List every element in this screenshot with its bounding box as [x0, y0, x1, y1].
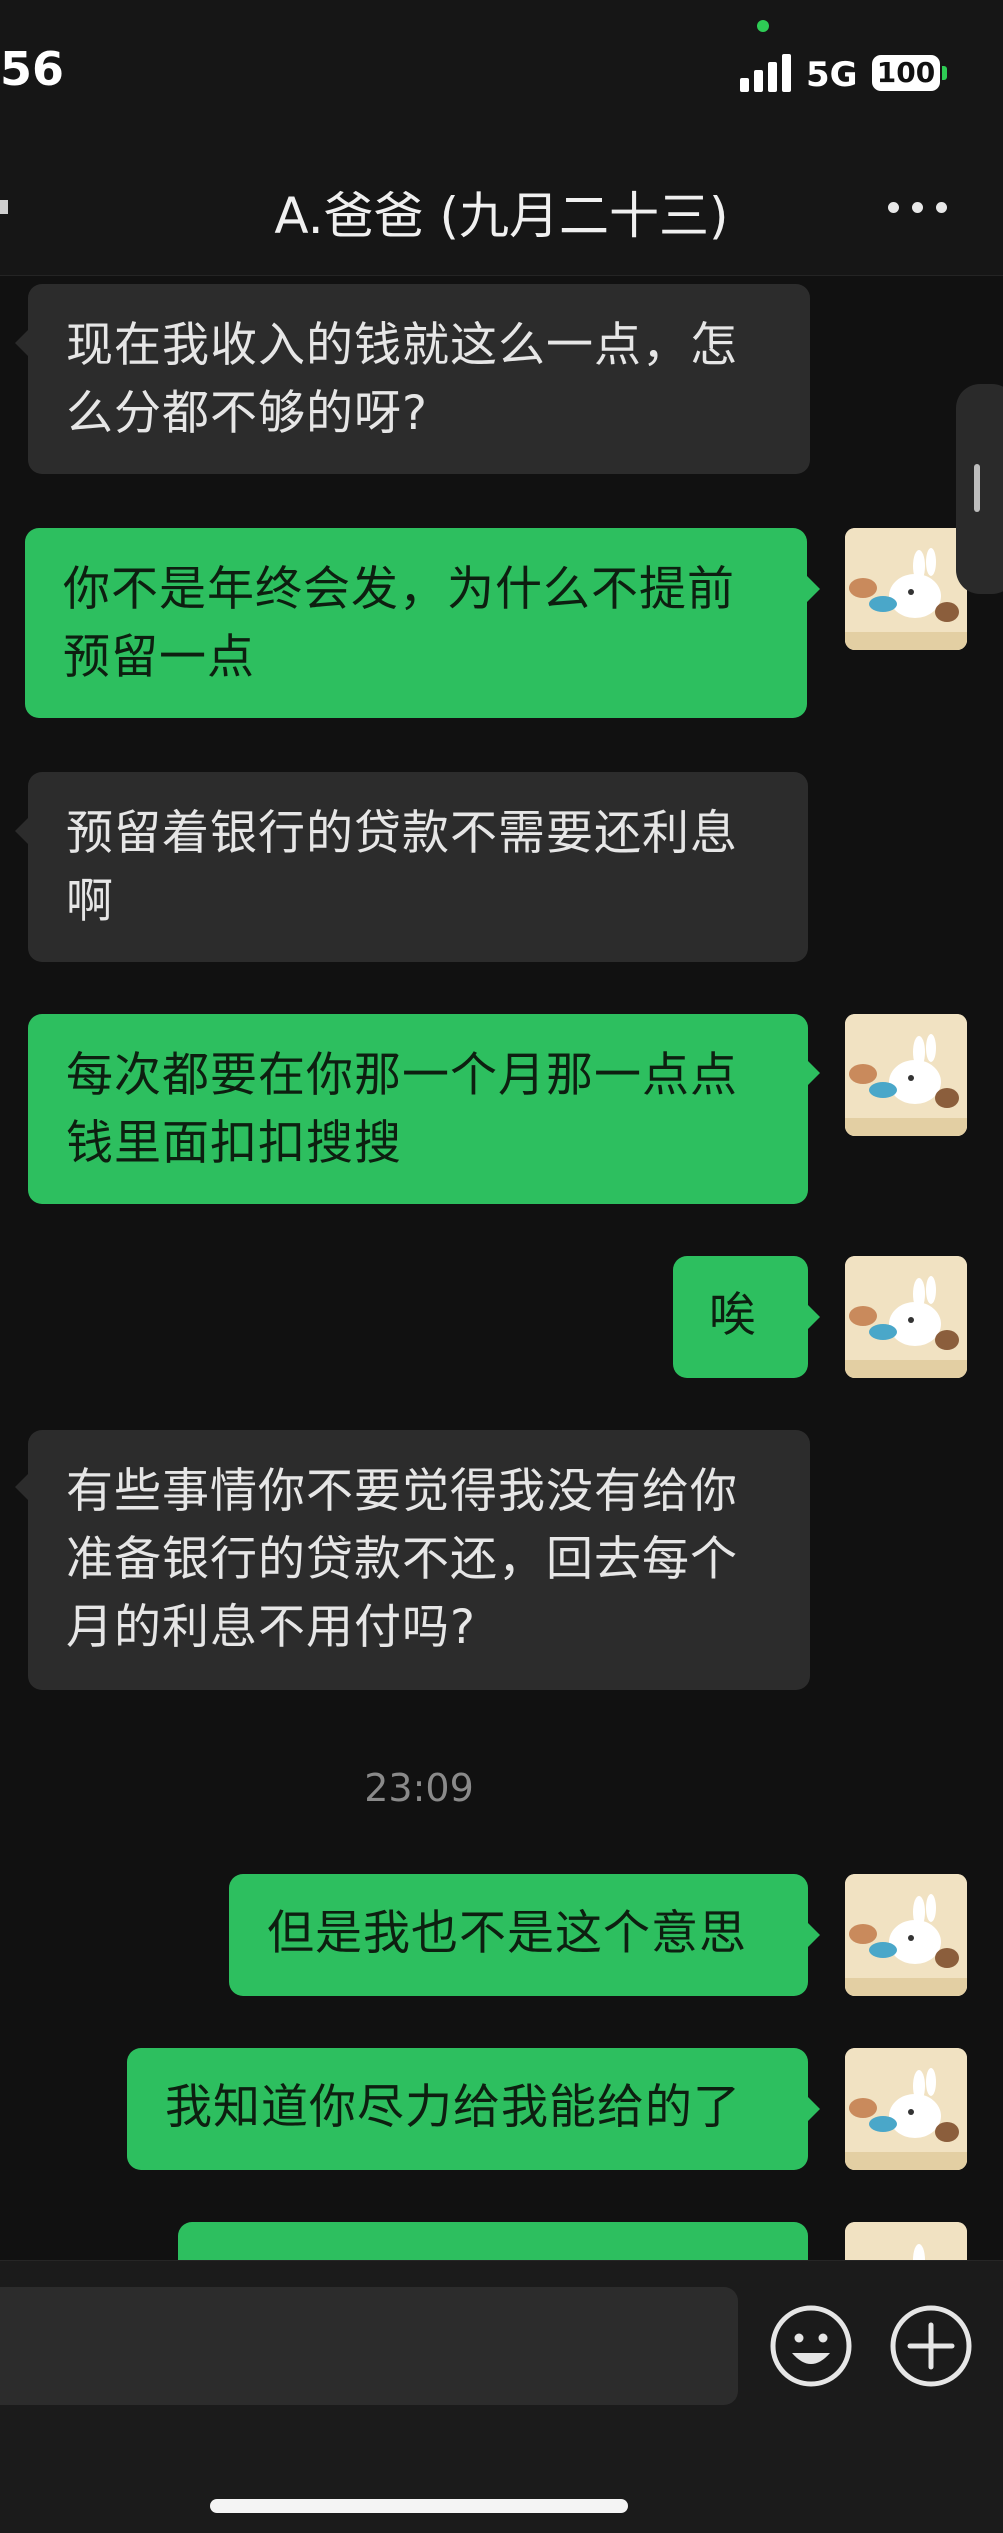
message-line: 钱里面扣扣搜搜: [66, 1116, 402, 1171]
message-bubble[interactable]: 有些事情你不要觉得我没有给你 准备银行的贷款不还，回去每个 月的利息不用付吗?: [28, 1430, 810, 1690]
bunny-avatar-icon: [845, 2222, 967, 2260]
message-line: 但是我也不是这个意思: [267, 1906, 747, 1961]
battery-icon: 100: [872, 55, 940, 91]
message-line: 准备银行的贷款不还，回去每个: [66, 1532, 738, 1587]
avatar[interactable]: [845, 1014, 967, 1136]
bubble-tail: [807, 1922, 820, 1948]
message-bubble-partial[interactable]: [178, 2222, 808, 2260]
battery-charging-tip: [942, 66, 947, 80]
avatar[interactable]: [845, 2222, 967, 2260]
chat-title: A.爸爸 (九月二十三): [274, 187, 729, 245]
chat-header: A.爸爸 (九月二十三): [0, 140, 1003, 276]
plus-button[interactable]: [888, 2303, 974, 2389]
message-line: 现在我收入的钱就这么一点，怎: [66, 318, 738, 373]
message-bubble[interactable]: 预留着银行的贷款不需要还利息 啊: [28, 772, 808, 962]
message-bubble[interactable]: 唉: [673, 1256, 808, 1378]
status-time: 56: [0, 42, 65, 96]
message-line: 每次都要在你那一个月那一点点: [66, 1048, 738, 1103]
message-input[interactable]: [0, 2287, 738, 2405]
signal-strength-icon: [740, 52, 796, 92]
avatar[interactable]: [845, 2048, 967, 2170]
bubble-tail: [807, 2096, 820, 2122]
bunny-avatar-icon: [845, 1256, 967, 1378]
message-line: 么分都不够的呀?: [66, 386, 428, 441]
message-line: 你不是年终会发，为什么不提前: [63, 562, 735, 617]
plus-circle-icon: [890, 2305, 972, 2387]
message-line: 预留一点: [63, 630, 255, 685]
bubble-tail: [15, 1474, 28, 1500]
bunny-avatar-icon: [845, 2048, 967, 2170]
camera-indicator-icon: [757, 20, 769, 32]
emoji-button[interactable]: [768, 2303, 854, 2389]
bubble-tail: [807, 1060, 820, 1086]
message-line: 月的利息不用付吗?: [66, 1600, 476, 1655]
input-bar: [0, 2260, 1003, 2533]
bubble-tail: [807, 576, 820, 602]
home-indicator[interactable]: [210, 2499, 628, 2513]
message-list[interactable]: 现在我收入的钱就这么一点，怎 么分都不够的呀? 你不是年终会发，为什么不提前 预…: [0, 276, 1003, 2260]
message-timestamp: 23:09: [364, 1766, 474, 1810]
message-bubble[interactable]: 你不是年终会发，为什么不提前 预留一点: [25, 528, 807, 718]
status-bar: 56 5G 100: [0, 0, 1003, 140]
message-line: 预留着银行的贷款不需要还利息: [66, 806, 738, 861]
avatar[interactable]: [845, 1256, 967, 1378]
message-bubble[interactable]: 每次都要在你那一个月那一点点 钱里面扣扣搜搜: [28, 1014, 808, 1204]
bunny-avatar-icon: [845, 528, 967, 650]
more-icon[interactable]: [888, 202, 948, 216]
bunny-avatar-icon: [845, 1874, 967, 1996]
avatar[interactable]: [845, 528, 967, 650]
network-type: 5G: [806, 55, 858, 95]
bubble-tail: [15, 818, 28, 844]
bubble-tail: [15, 330, 28, 356]
message-bubble[interactable]: 现在我收入的钱就这么一点，怎 么分都不够的呀?: [28, 284, 810, 474]
bunny-avatar-icon: [845, 1014, 967, 1136]
bubble-tail: [807, 1304, 820, 1330]
message-line: 啊: [66, 874, 114, 929]
avatar[interactable]: [845, 1874, 967, 1996]
message-line: 有些事情你不要觉得我没有给你: [66, 1464, 738, 1519]
scroll-handle[interactable]: [956, 384, 1003, 594]
message-bubble[interactable]: 但是我也不是这个意思: [229, 1874, 808, 1996]
smiley-face-icon: [770, 2305, 852, 2387]
message-line: 唉: [709, 1288, 757, 1343]
message-line: 我知道你尽力给我能给的了: [165, 2080, 741, 2135]
message-bubble[interactable]: 我知道你尽力给我能给的了: [127, 2048, 808, 2170]
